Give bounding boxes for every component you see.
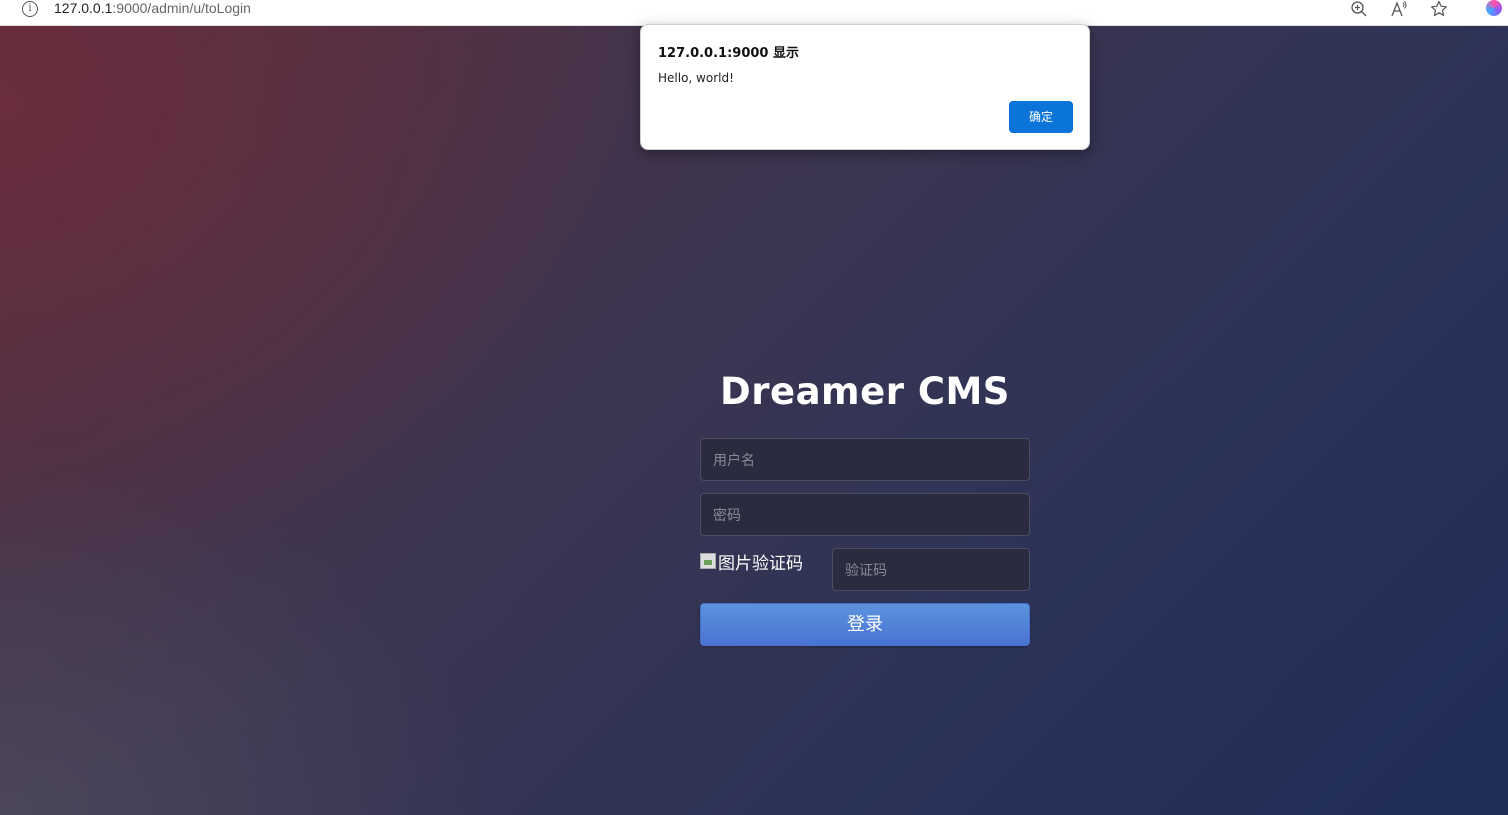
broken-image-icon — [700, 553, 716, 569]
captcha-input[interactable]: 验证码 — [832, 548, 1030, 591]
favorite-star-icon[interactable] — [1430, 0, 1448, 18]
username-input[interactable]: 用户名 — [700, 438, 1030, 481]
browser-address-bar: i 127.0.0.1:9000/admin/u/toLogin — [0, 0, 1508, 26]
login-button[interactable]: 登录 — [700, 603, 1030, 646]
zoom-in-icon[interactable] — [1350, 0, 1368, 18]
address-url[interactable]: 127.0.0.1:9000/admin/u/toLogin — [54, 0, 251, 17]
dialog-ok-button[interactable]: 确定 — [1009, 101, 1073, 133]
dialog-title: 127.0.0.1:9000 显示 — [658, 46, 799, 61]
site-info-icon[interactable]: i — [22, 1, 38, 17]
read-aloud-icon[interactable] — [1390, 0, 1408, 18]
dialog-message: Hello, world! — [658, 71, 734, 85]
login-title: Dreamer CMS — [720, 370, 1010, 413]
captcha-image-alt: 图片验证码 — [718, 553, 803, 574]
captcha-image[interactable]: 图片验证码 — [700, 548, 826, 574]
alert-dialog: 127.0.0.1:9000 显示 Hello, world! 确定 — [640, 24, 1090, 150]
url-path: :9000/admin/u/toLogin — [112, 0, 251, 16]
url-host: 127.0.0.1 — [54, 0, 113, 16]
password-input[interactable]: 密码 — [700, 493, 1030, 536]
extension-icon[interactable] — [1486, 0, 1502, 16]
